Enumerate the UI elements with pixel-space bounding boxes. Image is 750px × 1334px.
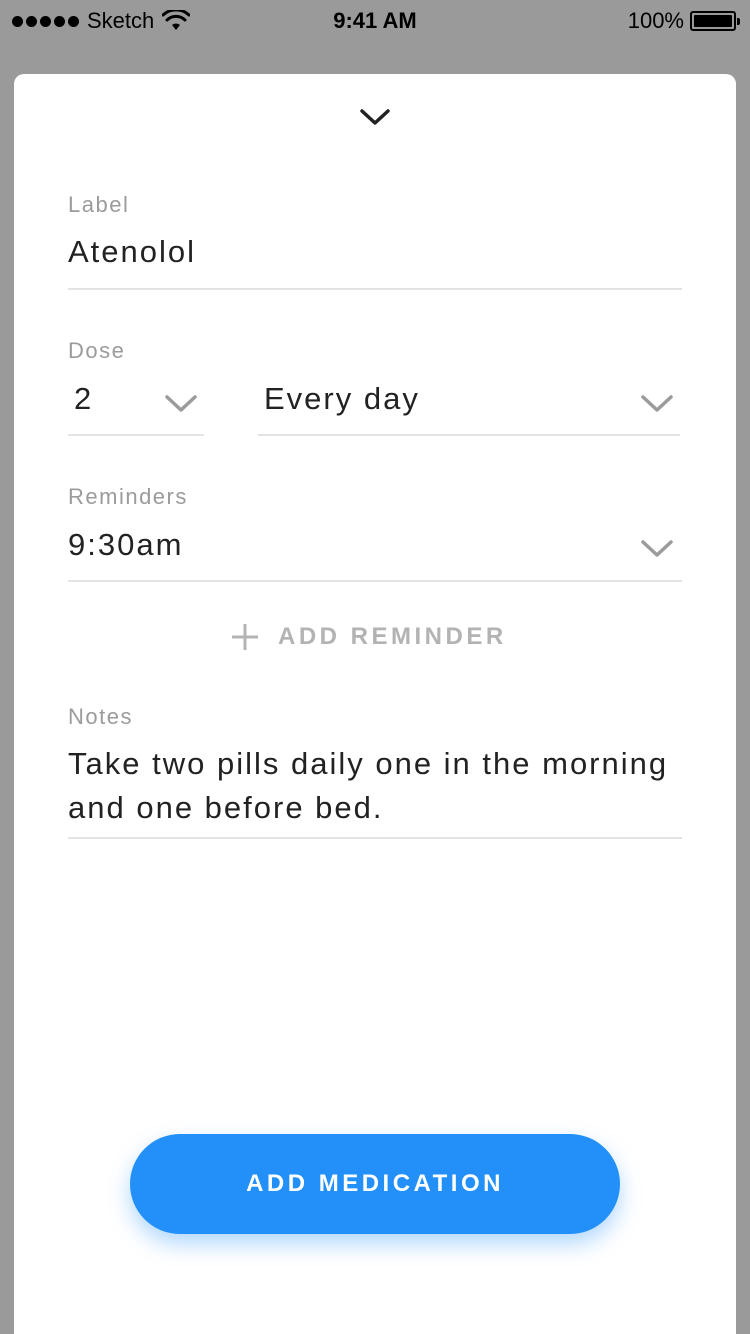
label-underline [68,288,682,290]
add-reminder-label: ADD REMINDER [278,623,507,650]
add-reminder-button[interactable]: ADD REMINDER [230,622,507,652]
plus-icon [232,624,258,650]
dose-frequency-underline [258,434,680,436]
reminder-underline [68,580,682,582]
chevron-down-icon [641,540,673,557]
label-field-title: Label [68,192,130,217]
collapse-button[interactable] [355,100,395,134]
dose-quantity-value: 2 [74,381,94,416]
status-bar: Sketch 9:41 AM 100% [0,0,750,40]
battery-percent: 100% [627,8,684,33]
add-medication-button[interactable]: ADD MEDICATION [130,1134,620,1234]
chevron-down-icon [641,395,673,412]
notes-field-title: Notes [68,704,133,729]
reminders-field-title: Reminders [68,484,188,509]
status-right: 100% [627,8,740,34]
dose-field-title: Dose [68,338,126,363]
chevron-down-icon [360,109,390,125]
reminder-time-value: 9:30am [68,527,184,562]
dose-quantity-underline [68,434,204,436]
label-input[interactable]: Atenolol [68,234,196,270]
notes-textarea[interactable]: Take two pills daily one in the morning … [68,742,688,830]
notes-underline [68,837,682,839]
medication-form-card: Label Atenolol Dose 2 Every day Reminder… [14,74,736,1334]
chevron-down-icon [165,395,197,412]
dose-frequency-value: Every day [264,381,420,416]
battery-icon [690,11,740,31]
